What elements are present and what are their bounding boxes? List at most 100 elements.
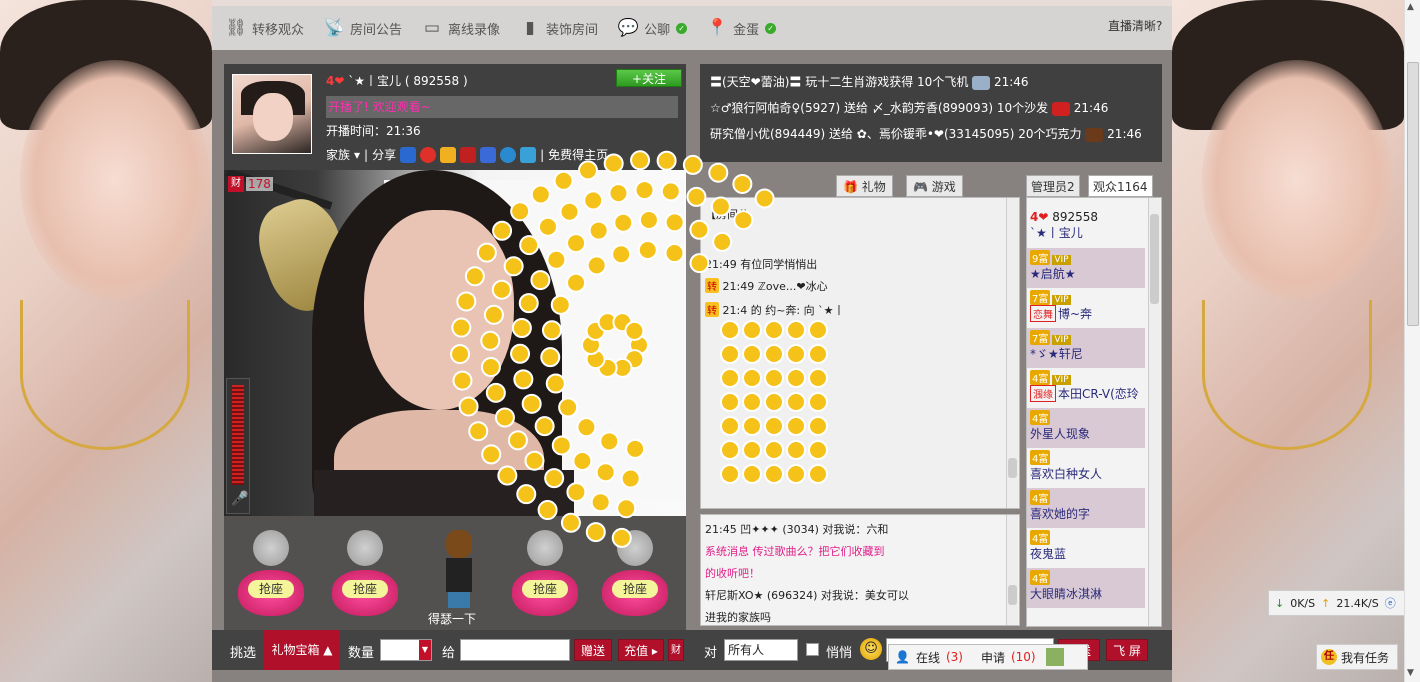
private-chat-panel: 21:45 凹✦✦✦ (3034) 对我说：六和 系统消息 传过歌曲么？把它们收… [700,514,1020,626]
emoji-icon[interactable]: ☺ [860,638,882,660]
live-video[interactable] [224,170,686,516]
to-label: 对 [704,646,718,661]
toolbar-public-chat[interactable]: 💬 公聊 ✓ [617,18,688,38]
airplane-gift-icon [972,75,991,90]
user-row[interactable]: 4❤ 892558 `★丨宝儿 [1027,208,1145,248]
quantity-input[interactable]: ▼ [380,639,432,661]
user-row[interactable]: 4富 大眼睛冰淇淋 [1027,568,1145,608]
online-status-panel[interactable]: 👤 在线 (3) 申请 (10) [888,644,1088,670]
link-icon: ⛓ [225,18,247,38]
seat-3[interactable]: 抢座 [508,530,582,626]
dance-label: 得瑟一下 [428,612,477,626]
qq-share-icon[interactable] [520,146,537,163]
tab-audience[interactable]: 观众1164 [1088,175,1153,197]
free-homepage-link[interactable]: 免费得主页 [548,146,608,163]
family-link[interactable]: 家族 [326,146,350,163]
toolbar-decorate-room[interactable]: ▮ 装饰房间 [520,18,598,38]
host-welcome-message: 开播了! 欢迎观看~ [326,96,678,118]
arrow-down-icon: ↓ [1275,596,1285,610]
toolbar-offline-video[interactable]: ▭ 离线录像 [422,18,500,38]
renren-share-icon[interactable] [400,146,417,163]
take-seat-button[interactable]: 抢座 [248,580,294,598]
toolbar-room-notice[interactable]: 📡 房间公告 [323,18,403,38]
room-toolbar: ⛓ 转移观众 📡 房间公告 ▭ 离线录像 ▮ 装饰房间 💬 公聊 ✓ 📍 金蛋 ✓ [212,6,1172,50]
broadcast-message: 〓(天空❤蕾油)〓 玩十二生肖游戏获得 10个飞机 21:46 [710,75,1029,90]
toolbar-label: 离线录像 [448,22,501,38]
private-chat-scrollbar[interactable] [1006,515,1018,625]
broadcast-message: 研究僧小优(894449) 送给 ✿、焉伱锾乖•❤(33145095) 20个巧… [710,127,1142,142]
stream-quality-link[interactable]: 直播清晰? [1108,17,1162,34]
location-pin-icon: 📍 [706,18,728,38]
chat-target-select[interactable]: 所有人 [724,639,798,661]
decorate-icon: ▮ [525,18,535,38]
toolbar-label: 房间公告 [350,22,403,38]
seat-2[interactable]: 抢座 [328,530,402,626]
tab-admins[interactable]: 管理员2 [1026,175,1080,197]
whisper-checkbox[interactable] [806,643,819,656]
window-scrollbar[interactable]: ▲ ▼ [1404,0,1420,682]
user-row[interactable]: 7富 VIP *ゞ★轩尼 [1027,328,1145,368]
host-avatar[interactable] [232,74,312,154]
baidu-share-icon[interactable] [480,146,497,163]
recipient-input[interactable] [460,639,570,661]
give-gift-button[interactable]: 赠送 [574,639,612,661]
system-message-link[interactable]: 的收听吧！ [705,565,760,581]
toolbar-label: 金蛋 [733,22,760,38]
seat-1[interactable]: 抢座 [234,530,308,626]
user-list-tabs: 管理员2 观众1164 [1026,175,1162,197]
user-row[interactable]: 9富 VIP ★启航★ [1027,248,1145,288]
take-seat-button[interactable]: 抢座 [612,580,658,598]
background-left-photo [0,0,212,682]
user-row[interactable]: 4富 喜欢她的字 [1027,488,1145,528]
take-seat-button[interactable]: 抢座 [522,580,568,598]
toolbar-transfer-audience[interactable]: ⛓ 转移观众 [225,18,305,38]
host-name: 4❤ `★丨宝儿 ( 892558 ) [326,72,468,89]
share-bar: 家族 ▾ | 分享 | 免费得主页 [326,146,609,163]
follow-button[interactable]: +关注 [616,69,682,87]
fly-screen-button[interactable]: 飞 屏 [1106,639,1148,661]
user-row[interactable]: 7富 VIP 恋舞 博~奔 [1027,288,1145,328]
wealth-count: 178 [246,177,273,191]
public-chat-scrollbar[interactable] [1006,198,1018,508]
wealth-button[interactable]: 财 [668,639,684,661]
pick-label: 挑选 [230,646,257,661]
broadcast-start-time: 开播时间：21:36 [326,124,421,138]
check-icon: ✓ [765,22,777,34]
tasks-label: 我有任务 [1341,650,1390,665]
weibo-share-icon[interactable] [420,146,437,163]
chat-bubble-icon: 💬 [617,18,639,38]
host-id: ( 892558 ) [404,74,468,88]
qzone-share-icon[interactable] [500,146,517,163]
tab-games[interactable]: 🎮 游戏 [906,175,963,197]
star-share-icon[interactable] [440,146,457,163]
kaixin-share-icon[interactable] [460,146,477,163]
gift-box-button[interactable]: 礼物宝箱 ▲ [264,630,340,670]
host-nickname: `★丨宝儿 [348,74,402,88]
user-row[interactable]: 4富 外星人现象 [1027,408,1145,448]
toolbar-label: 转移观众 [252,22,305,38]
tasks-widget[interactable]: 任 我有任务 [1316,644,1398,670]
take-seat-button[interactable]: 抢座 [342,580,388,598]
network-speed-widget: ↓ 0K/S ↑ 21.4K/S ⓔ [1268,590,1418,616]
recharge-button[interactable]: 充值 ▸ [618,639,664,661]
upload-speed: 21.4K/S [1336,596,1379,610]
recipient-label: 给 [442,646,456,661]
toolbar-golden-egg[interactable]: 📍 金蛋 ✓ [706,18,777,38]
heart-icon: ❤ [334,74,345,88]
seat-4[interactable]: 抢座 [598,530,672,626]
chevron-down-icon[interactable]: ▼ [419,640,431,660]
chat-line: 21:45 凹✦✦✦ (3034) 对我说：六和 [705,523,889,536]
chat-line: 轩尼斯XO★ (696324) 对我说：美女可以 [705,589,909,602]
dance-button[interactable]: 得瑟一下 [424,530,490,626]
user-list-scrollbar[interactable] [1148,198,1160,626]
system-message-link[interactable]: 系统消息 传过歌曲么？把它们收藏到 [705,543,885,559]
user-row[interactable]: 4富 VIP 涠缘 本田CR-V(恋玲 [1027,368,1145,408]
chat-line: 转 21:4 的 约~奔: 向 `★丨 [705,302,845,317]
user-row[interactable]: 4富 夜鬼蓝 [1027,528,1145,568]
arrow-up-icon: ↑ [1321,596,1331,610]
volume-meter[interactable]: 🎤 [226,378,250,514]
contact-avatar-icon[interactable] [1045,648,1064,666]
user-row[interactable]: 4富 喜欢白种女人 [1027,448,1145,488]
tab-gifts[interactable]: 🎁 礼物 [836,175,893,197]
browser-icon[interactable]: ⓔ [1385,595,1396,611]
